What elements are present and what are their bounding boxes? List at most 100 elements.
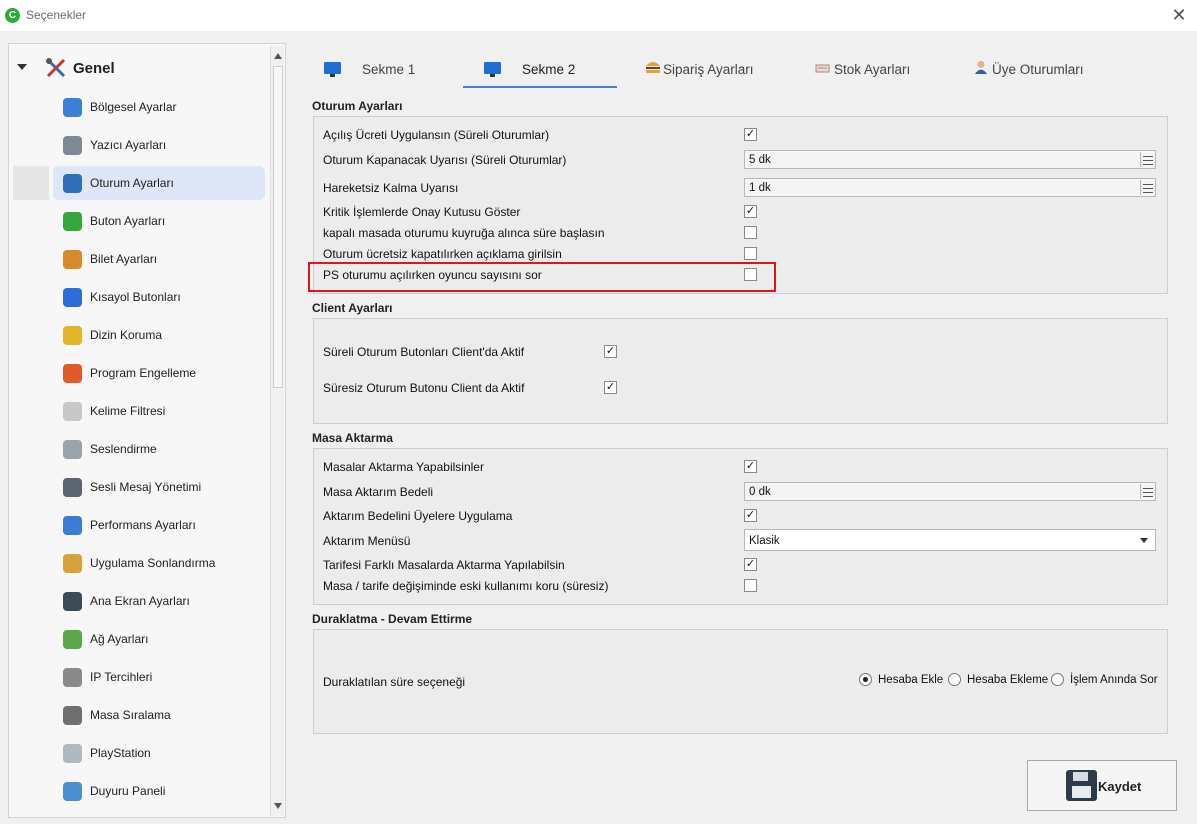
row-label: Aktarım Bedelini Üyelere Uygulama (323, 509, 513, 523)
tree-item[interactable]: Masa Sıralama (53, 698, 265, 732)
sureli-client-checkbox[interactable] (604, 345, 617, 358)
tree-item-label: IP Tercihleri (90, 670, 153, 684)
tree-item[interactable]: IP Tercihleri (53, 660, 265, 694)
tree-item[interactable]: Seslendirme (53, 432, 265, 466)
scroll-thumb[interactable] (273, 66, 283, 388)
row-label: Masa Aktarım Bedeli (323, 485, 434, 499)
spinner-buttons[interactable] (1140, 180, 1154, 195)
tab-label: Sipariş Ayarları (663, 62, 754, 77)
kapanacak-uyarisi-spinner[interactable]: 5 dk (744, 150, 1156, 169)
stock-icon (815, 64, 830, 73)
tarife-farkli-checkbox[interactable] (744, 558, 757, 571)
tree-item[interactable]: Yazıcı Ayarları (53, 128, 265, 162)
radio-hesaba-ekle[interactable] (859, 673, 872, 686)
aktarim-bedeli-spinner[interactable]: 0 dk (744, 482, 1156, 501)
spinner-buttons[interactable] (1140, 152, 1154, 167)
folder-check-icon (63, 326, 82, 345)
tree-item[interactable]: Dizin Koruma (53, 318, 265, 352)
tools-icon (63, 174, 82, 193)
user-icon (974, 60, 988, 74)
tree-item-label: PlayStation (90, 746, 151, 760)
tree-item[interactable]: Duyuru Paneli (53, 774, 265, 808)
save-label: Kaydet (1098, 779, 1142, 794)
highlight-box (308, 262, 776, 292)
tab-uye-oturumlari[interactable]: Üye Oturumları (972, 52, 1102, 88)
tree-item-label: Kısayol Butonları (90, 290, 181, 304)
tree-item[interactable]: Program Engelleme (53, 356, 265, 390)
settings-tree: Genel Bölgesel Ayarlar Yazıcı Ayarları Otu… (8, 43, 286, 818)
masa-aktarma-checkbox[interactable] (744, 460, 757, 473)
tree-item[interactable]: Ana Ekran Ayarları (53, 584, 265, 618)
play-icon (63, 288, 82, 307)
tree-item-label: Bilet Ayarları (90, 252, 158, 266)
tab-siparis-ayarlari[interactable]: Sipariş Ayarları (644, 52, 774, 88)
tab-label: Sekme 2 (522, 62, 576, 77)
spinner-buttons[interactable] (1140, 484, 1154, 499)
tree-item[interactable]: Performans Ayarları (53, 508, 265, 542)
tree-item[interactable]: Kelime Filtresi (53, 394, 265, 428)
tab-bar: Sekme 1 Sekme 2 Sipariş Ayarları Stok Ay… (302, 52, 1182, 90)
tree-item-label: Bölgesel Ayarlar (90, 100, 177, 114)
radio-label: Hesaba Ekle (878, 674, 944, 686)
onay-kutusu-checkbox[interactable] (744, 205, 757, 218)
tree-item[interactable]: Ağ Ayarları (53, 622, 265, 656)
close-icon[interactable]: ✕ (1169, 4, 1189, 26)
tree-root-genel[interactable]: Genel (9, 44, 269, 94)
tree-item[interactable]: Uygulama Sonlandırma (53, 546, 265, 580)
tree-item-label: Sesli Mesaj Yönetimi (90, 480, 202, 494)
tree-item[interactable]: Oturum Ayarları (53, 166, 265, 200)
tab-label: Stok Ayarları (834, 62, 911, 77)
radio-label: İşlem Anında Sor (1070, 674, 1158, 686)
tree-item-label: Duyuru Paneli (90, 784, 166, 798)
tab-sekme-1[interactable]: Sekme 1 (324, 52, 444, 88)
tree-item-label: Uygulama Sonlandırma (90, 556, 216, 570)
bedel-uyeler-checkbox[interactable] (744, 509, 757, 522)
row-label: Tarifesi Farklı Masalarda Aktarma Yapıla… (323, 558, 565, 572)
tree-item[interactable]: Bilet Ayarları (53, 242, 265, 276)
selection-gutter (13, 166, 49, 200)
tree-item[interactable]: Sesli Mesaj Yönetimi (53, 470, 265, 504)
ucretsiz-aciklama-checkbox[interactable] (744, 247, 757, 260)
tree-root-label: Genel (73, 60, 115, 77)
ticket-icon (63, 250, 82, 269)
tree-item-label: Oturum Ayarları (90, 176, 174, 190)
broom-icon (63, 554, 82, 573)
check-circle-icon (63, 212, 82, 231)
chart-icon (63, 516, 82, 535)
tree-item[interactable]: Buton Ayarları (53, 204, 265, 238)
save-disk-icon (1066, 770, 1097, 801)
aktarim-menusu-select[interactable]: Klasik (744, 529, 1156, 551)
scroll-down-icon[interactable] (274, 803, 282, 809)
tree-item-label: Kelime Filtresi (90, 404, 166, 418)
radio-hesaba-ekleme[interactable] (948, 673, 961, 686)
spinner-value: 0 dk (749, 486, 771, 498)
word-filter-icon (63, 402, 82, 421)
row-label: Süreli Oturum Butonları Client'da Aktif (323, 345, 525, 359)
tree-item[interactable]: Kısayol Butonları (53, 280, 265, 314)
tab-label: Üye Oturumları (992, 62, 1084, 77)
tab-stok-ayarlari[interactable]: Stok Ayarları (814, 52, 934, 88)
tab-sekme-2[interactable]: Sekme 2 (463, 52, 617, 88)
hareketsiz-uyarisi-spinner[interactable]: 1 dk (744, 178, 1156, 197)
kuyruk-sure-checkbox[interactable] (744, 226, 757, 239)
envelope-icon (63, 782, 82, 801)
chevron-down-icon[interactable] (1140, 538, 1148, 543)
desktop-icon (63, 592, 82, 611)
row-label: Aktarım Menüsü (323, 534, 411, 548)
save-button[interactable]: Kaydet (1027, 760, 1177, 811)
tree-item[interactable]: PlayStation (53, 736, 265, 770)
group-client (313, 318, 1168, 424)
acilis-ucreti-checkbox[interactable] (744, 128, 757, 141)
eski-kullanim-checkbox[interactable] (744, 579, 757, 592)
ip-icon (63, 668, 82, 687)
tree-item[interactable]: Bölgesel Ayarlar (53, 90, 265, 124)
speaker-icon (63, 440, 82, 459)
row-label: Süresiz Oturum Butonu Client da Aktif (323, 381, 525, 395)
tree-item-label: Ana Ekran Ayarları (90, 594, 190, 608)
window-title: Seçenekler (26, 8, 87, 22)
suresiz-client-checkbox[interactable] (604, 381, 617, 394)
radio-islem-aninda-sor[interactable] (1051, 673, 1064, 686)
expand-arrow-icon[interactable] (17, 64, 27, 70)
scroll-up-icon[interactable] (274, 53, 282, 59)
tree-scrollbar[interactable] (270, 46, 284, 816)
